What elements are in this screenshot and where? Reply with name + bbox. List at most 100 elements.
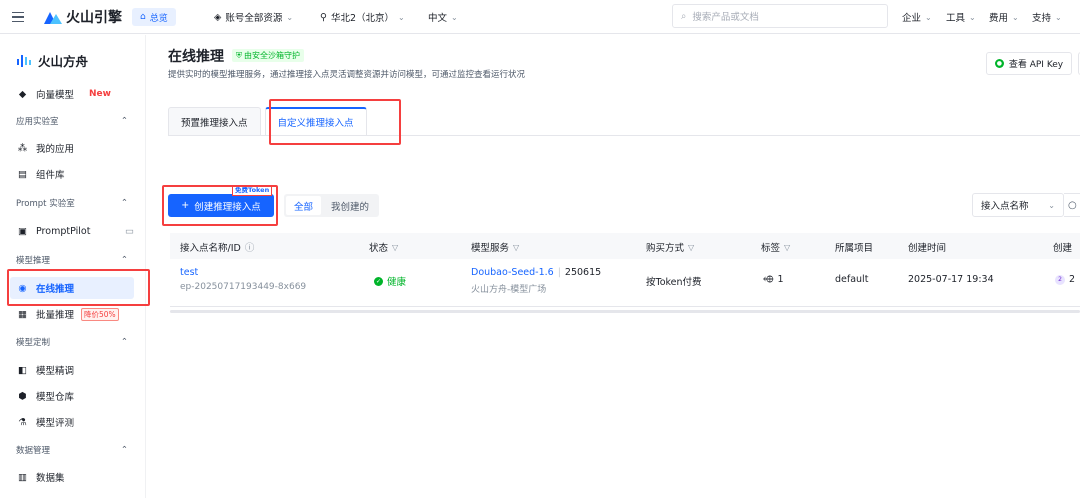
tags-cell[interactable]: ⬲ 1: [763, 274, 784, 285]
menu-support[interactable]: 支持 ⌄: [1032, 0, 1062, 34]
inference-icon: ◉: [18, 282, 27, 294]
chevron-down-icon: ⌄: [398, 12, 405, 22]
sidebar-group-prompt-lab[interactable]: Prompt 实验室 ⌃: [16, 192, 134, 214]
sidebar-item-promptpilot[interactable]: ▣ PromptPilot ▭: [16, 220, 134, 242]
sidebar-group-inference[interactable]: 模型推理 ⌃: [16, 249, 134, 271]
account-scope-select[interactable]: ◈ 账号全部资源 ⌄: [214, 0, 293, 34]
menu-tools[interactable]: 工具 ⌄: [946, 0, 976, 34]
region-select[interactable]: ⚲ 华北2（北京） ⌄: [320, 0, 405, 34]
group-label: 模型推理: [16, 256, 51, 266]
sidebar-group-app-lab[interactable]: 应用实验室 ⌃: [16, 110, 134, 132]
account-scope-label: 账号全部资源: [225, 13, 283, 24]
sidebar-item-label: 组件库: [36, 170, 65, 181]
sidebar-item-online-inference[interactable]: ◉ 在线推理: [10, 277, 134, 299]
endpoint-name-link[interactable]: test: [180, 267, 306, 278]
filter-icon[interactable]: ▽: [784, 243, 790, 252]
chevron-up-icon: ⌃: [120, 116, 128, 126]
table-row[interactable]: test ep-20250717193449-8x669 ✓ 健康 Doubao…: [170, 259, 1080, 307]
chevron-up-icon: ⌃: [120, 255, 128, 265]
sandbox-label: 由安全沙箱守护: [244, 51, 300, 60]
segment-all[interactable]: 全部: [286, 196, 322, 215]
model-cell: Doubao-Seed-1.6 | 250615 火山方舟-模型广场: [471, 267, 601, 295]
divider: |: [557, 267, 561, 278]
sidebar-item-label: 我的应用: [36, 144, 75, 155]
filter-icon[interactable]: ▽: [513, 243, 519, 252]
info-icon[interactable]: ⓘ: [245, 240, 255, 254]
filter-field-select[interactable]: 接入点名称 ⌄: [972, 193, 1064, 217]
filter-icon[interactable]: ▽: [688, 243, 694, 252]
scope-segment: 全部 我创建的: [284, 194, 380, 217]
tab-custom-endpoint[interactable]: 自定义推理接入点: [264, 107, 367, 135]
sidebar-item-label: PromptPilot: [36, 225, 91, 237]
header-label: 购买方式: [646, 243, 685, 254]
sidebar-item-dataset[interactable]: ▥ 数据集: [16, 466, 134, 488]
language-select[interactable]: 中文 ⌄: [428, 0, 458, 34]
tab-divider: [168, 135, 1080, 136]
header-label: 所属项目: [835, 243, 874, 254]
segment-mine[interactable]: 我创建的: [323, 196, 377, 215]
menu-icon[interactable]: [10, 0, 26, 34]
horizontal-scrollbar[interactable]: [170, 310, 1080, 313]
sidebar-group-data[interactable]: 数据管理 ⌃: [16, 439, 134, 461]
shield-icon: ⛨: [236, 50, 242, 60]
menu-billing[interactable]: 费用 ⌄: [989, 0, 1019, 34]
creator-cell: 2 2: [1055, 274, 1075, 285]
menu-label: 企业: [902, 13, 922, 24]
sidebar-item-model-eval[interactable]: ⚗ 模型评测: [16, 411, 134, 433]
tab-preset-endpoint[interactable]: 预置推理接入点: [168, 107, 261, 135]
page-description: 提供实时的模型推理服务，通过推理接入点灵活调整资源并访问模型，可通过监控查看运行…: [168, 70, 526, 80]
discount-badge: 降价50%: [81, 307, 119, 321]
chevron-down-icon: ⌄: [1055, 12, 1062, 22]
sidebar-item-my-apps[interactable]: ⁂ 我的应用: [16, 137, 134, 159]
create-endpoint-button[interactable]: + 创建推理接入点: [168, 194, 274, 217]
sidebar-group-customize[interactable]: 模型定制 ⌃: [16, 331, 134, 353]
search-placeholder: 搜索产品或文档: [692, 12, 759, 23]
global-search-input[interactable]: ⌕ 搜索产品或文档: [672, 4, 888, 28]
model-link[interactable]: Doubao-Seed-1.6: [471, 267, 554, 278]
col-name-id: 接入点名称/ID ⓘ: [180, 240, 254, 254]
plus-icon: +: [181, 200, 190, 211]
sidebar-brand-name: 火山方舟: [38, 54, 89, 69]
col-project: 所属项目: [835, 240, 873, 254]
chevron-down-icon: ⌄: [969, 12, 976, 22]
col-status: 状态 ▽: [369, 240, 398, 255]
home-button[interactable]: ⌂ 总览: [132, 8, 176, 26]
col-purchase: 购买方式 ▽: [646, 240, 694, 255]
header-label: 创建: [1053, 243, 1073, 254]
home-icon: ⌂: [140, 12, 146, 22]
status-label: 健康: [387, 277, 407, 288]
chevron-up-icon: ⌃: [120, 445, 128, 455]
header-label: 创建时间: [908, 243, 947, 254]
header-label: 标签: [761, 243, 781, 254]
sidebar-item-label: 模型仓库: [36, 392, 75, 403]
header-label: 模型服务: [471, 243, 510, 254]
model-version: 250615: [564, 267, 602, 278]
brand-logo[interactable]: 火山引擎: [44, 0, 122, 34]
sidebar-item-components[interactable]: ▤ 组件库: [16, 163, 134, 185]
view-api-key-button[interactable]: ● 查看 API Key: [986, 52, 1072, 75]
chevron-up-icon: ⌃: [120, 337, 128, 347]
chevron-down-icon: ⌄: [286, 12, 294, 22]
project-cell: default: [835, 274, 869, 285]
sandbox-badge: ⛨ 由安全沙箱守护: [232, 49, 304, 62]
endpoint-table: 接入点名称/ID ⓘ 状态 ▽ 模型服务 ▽ 购买方式 ▽ 标签 ▽ 所属项目 创建时间 …: [170, 233, 1080, 307]
status-cell: ✓ 健康: [374, 274, 406, 288]
sidebar-item-batch-inference[interactable]: ▦ 批量推理 降价50%: [16, 303, 134, 325]
col-creator: 创建: [1053, 240, 1072, 254]
group-label: 应用实验室: [16, 117, 59, 127]
sidebar-item-model-repo[interactable]: ⬢ 模型仓库: [16, 385, 134, 407]
api-key-label: 查看 API Key: [1008, 60, 1064, 70]
chevron-down-icon: ⌄: [1012, 12, 1019, 22]
chevron-down-icon: ⌄: [451, 12, 458, 22]
sidebar-item-fine-tune[interactable]: ◧ 模型精调: [16, 359, 134, 381]
sidebar-brand[interactable]: 火山方舟: [16, 51, 88, 70]
creator-label: 2: [1069, 274, 1076, 285]
filter-icon[interactable]: ▽: [392, 243, 398, 252]
filter-search-input[interactable]: ○: [1064, 193, 1080, 217]
home-label: 总览: [149, 13, 168, 24]
menu-enterprise[interactable]: 企业 ⌄: [902, 0, 932, 34]
sidebar-item-vector-model[interactable]: ◆ 向量模型 New: [16, 83, 134, 105]
endpoint-name-cell: test ep-20250717193449-8x669: [180, 267, 306, 292]
top-bar: 火山引擎 ⌂ 总览 ◈ 账号全部资源 ⌄ ⚲ 华北2（北京） ⌄ 中文 ⌄ ⌕ …: [0, 0, 1080, 34]
group-label: Prompt 实验室: [16, 199, 75, 209]
